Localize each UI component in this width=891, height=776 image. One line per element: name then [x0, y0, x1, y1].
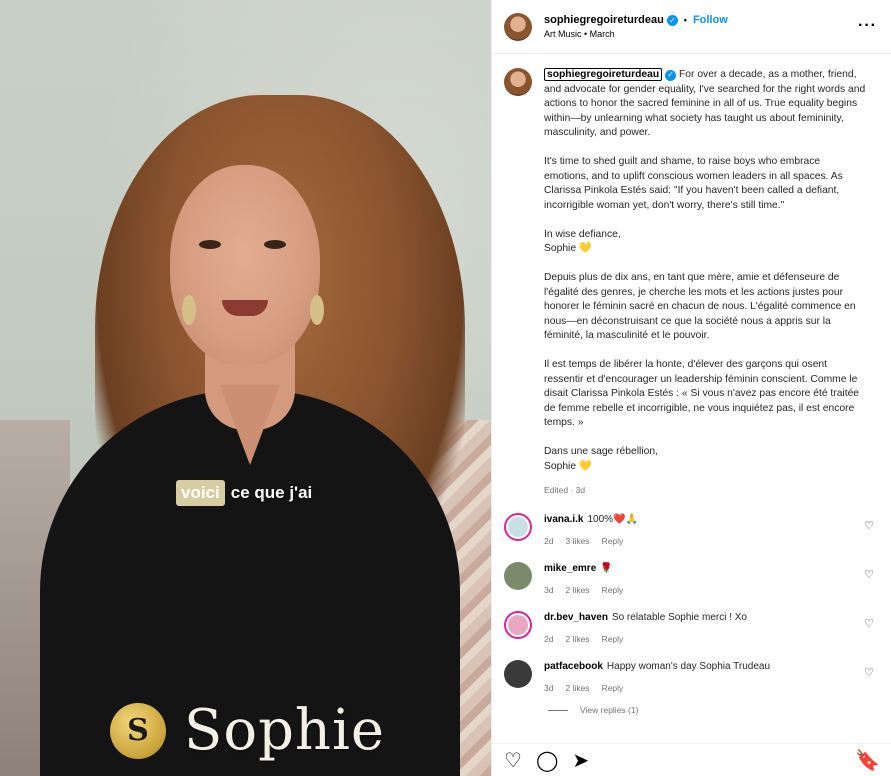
- comment-like-heart-icon[interactable]: ♡: [864, 617, 874, 630]
- comment-body: ivana.i.k 100%❤️🙏 2d 3 likes Reply: [544, 513, 854, 546]
- caption-paragraph: Il est temps de libérer la honte, d'élev…: [544, 359, 860, 428]
- bookmark-icon[interactable]: 🔖: [855, 748, 880, 773]
- video-person-eye: [199, 240, 221, 249]
- comment-text-line: mike_emre 🌹: [544, 562, 854, 576]
- comment-age: 3d: [544, 585, 554, 595]
- comment-text: 🌹: [600, 563, 613, 574]
- comment-text-line: patfacebook Happy woman's day Sophia Trud…: [544, 660, 854, 674]
- brand-logo-icon: S: [110, 702, 166, 759]
- author-avatar[interactable]: [504, 12, 532, 41]
- comment-text: Happy woman's day Sophia Trudeau: [606, 661, 771, 672]
- video-person-earring: [182, 295, 196, 325]
- comment-meta: 3d 2 likes Reply: [544, 683, 854, 693]
- comment-text: So relatable Sophie merci ! Xo: [611, 612, 747, 623]
- verified-badge-icon: ✓: [665, 69, 677, 81]
- view-replies-label[interactable]: View replies (1): [580, 705, 638, 715]
- comment-reply-button[interactable]: Reply: [602, 683, 624, 693]
- post-comments-scroll[interactable]: sophiegregoireturdeau ✓ For over a decade…: [492, 54, 891, 743]
- comment-meta: 2d 2 likes Reply: [544, 634, 854, 644]
- comment-body: mike_emre 🌹 3d 2 likes Reply: [544, 562, 854, 595]
- brand-name: Sophie: [184, 698, 386, 763]
- commenter-avatar-image: [508, 615, 528, 635]
- comment-body: dr.bev_haven So relatable Sophie merci ! …: [544, 611, 854, 644]
- caption-paragraph: sophiegregoireturdeau ✓ For over a decade…: [544, 68, 866, 141]
- comment-item: mike_emre 🌹 3d 2 likes Reply ♡: [504, 562, 880, 595]
- commenter-avatar[interactable]: [504, 611, 532, 639]
- caption-author-avatar[interactable]: [504, 68, 532, 96]
- commenter-avatar-image: [504, 562, 532, 590]
- post-video[interactable]: voici ce que j'ai S Sophie: [0, 0, 491, 776]
- comment-text-line: ivana.i.k 100%❤️🙏: [544, 513, 854, 527]
- comment-icon[interactable]: ◯: [536, 748, 558, 773]
- author-username[interactable]: sophiegregoireturdeau: [544, 14, 664, 26]
- caption-paragraph: Depuis plus de dix ans, en tant que mère…: [544, 272, 856, 341]
- post-actions-bar: ♡ ◯ ➤ 🔖: [492, 743, 891, 776]
- view-replies-button[interactable]: View replies (1): [548, 705, 880, 715]
- caption-paragraph: Dans une sage rébellion, Sophie 💛: [544, 446, 658, 472]
- heart-icon[interactable]: ♡: [504, 748, 522, 773]
- comment-meta: 3d 2 likes Reply: [544, 585, 854, 595]
- comment-reply-button[interactable]: Reply: [602, 634, 624, 644]
- commenter-avatar[interactable]: [504, 562, 532, 590]
- commenter-username[interactable]: mike_emre: [544, 563, 596, 574]
- send-icon[interactable]: ➤: [572, 748, 589, 773]
- post-audio-subtitle[interactable]: Art Music • March: [544, 29, 728, 39]
- comment-meta: 2d 3 likes Reply: [544, 536, 854, 546]
- caption-body: sophiegregoireturdeau ✓ For over a decade…: [544, 68, 866, 497]
- video-subtitle: voici ce que j'ai: [176, 480, 312, 506]
- caption-paragraph: It's time to shed guilt and shame, to ra…: [544, 156, 843, 211]
- video-brand: S Sophie: [110, 698, 385, 763]
- comment-reply-button[interactable]: Reply: [602, 536, 624, 546]
- follow-button[interactable]: Follow: [693, 14, 728, 26]
- comment-item: patfacebook Happy woman's day Sophia Trud…: [504, 660, 880, 693]
- comment-body: patfacebook Happy woman's day Sophia Trud…: [544, 660, 854, 693]
- comment-like-heart-icon[interactable]: ♡: [864, 568, 874, 581]
- commenter-avatar-image: [508, 517, 528, 537]
- comment-text: 100%❤️🙏: [587, 514, 638, 525]
- comment-like-heart-icon[interactable]: ♡: [864, 666, 874, 679]
- commenter-avatar[interactable]: [504, 513, 532, 541]
- more-options-icon[interactable]: ···: [858, 17, 877, 35]
- verified-badge-icon: ✓: [666, 14, 678, 26]
- comment-age: 2d: [544, 536, 554, 546]
- comment-like-heart-icon[interactable]: ♡: [864, 519, 874, 532]
- comment-likes[interactable]: 2 likes: [565, 683, 589, 693]
- video-person-face: [170, 165, 320, 365]
- comment-text-line: dr.bev_haven So relatable Sophie merci ! …: [544, 611, 854, 625]
- comment-age: 3d: [544, 683, 554, 693]
- caption-paragraph: In wise defiance, Sophie 💛: [544, 228, 621, 255]
- separator-dot: •: [683, 15, 687, 25]
- video-subtitle-highlight: voici: [176, 480, 225, 506]
- commenter-username[interactable]: patfacebook: [544, 661, 603, 672]
- comment-item: ivana.i.k 100%❤️🙏 2d 3 likes Reply ♡: [504, 513, 880, 546]
- post-panel: sophiegregoireturdeau ✓ • Follow Art Mus…: [491, 0, 891, 776]
- comment-reply-button[interactable]: Reply: [602, 585, 624, 595]
- view-replies-line: [548, 709, 568, 711]
- comment-item: dr.bev_haven So relatable Sophie merci ! …: [504, 611, 880, 644]
- video-person-eye: [264, 240, 286, 249]
- post-header-text: sophiegregoireturdeau ✓ • Follow Art Mus…: [544, 14, 728, 39]
- comment-likes[interactable]: 2 likes: [565, 634, 589, 644]
- caption-edited-time: Edited · 3d: [544, 484, 586, 495]
- caption-username[interactable]: sophiegregoireturdeau: [544, 68, 663, 81]
- commenter-username[interactable]: ivana.i.k: [544, 514, 583, 525]
- video-subtitle-text: ce que j'ai: [230, 483, 313, 502]
- commenter-username[interactable]: dr.bev_haven: [544, 612, 608, 623]
- comment-age: 2d: [544, 634, 554, 644]
- post-header: sophiegregoireturdeau ✓ • Follow Art Mus…: [492, 0, 891, 54]
- post-header-line: sophiegregoireturdeau ✓ • Follow: [544, 14, 728, 26]
- comment-likes[interactable]: 3 likes: [565, 536, 589, 546]
- comment-likes[interactable]: 2 likes: [565, 585, 589, 595]
- commenter-avatar-image: [504, 660, 532, 688]
- commenter-avatar[interactable]: [504, 660, 532, 688]
- post-caption: sophiegregoireturdeau ✓ For over a decade…: [504, 68, 880, 497]
- video-person-earring: [310, 295, 324, 325]
